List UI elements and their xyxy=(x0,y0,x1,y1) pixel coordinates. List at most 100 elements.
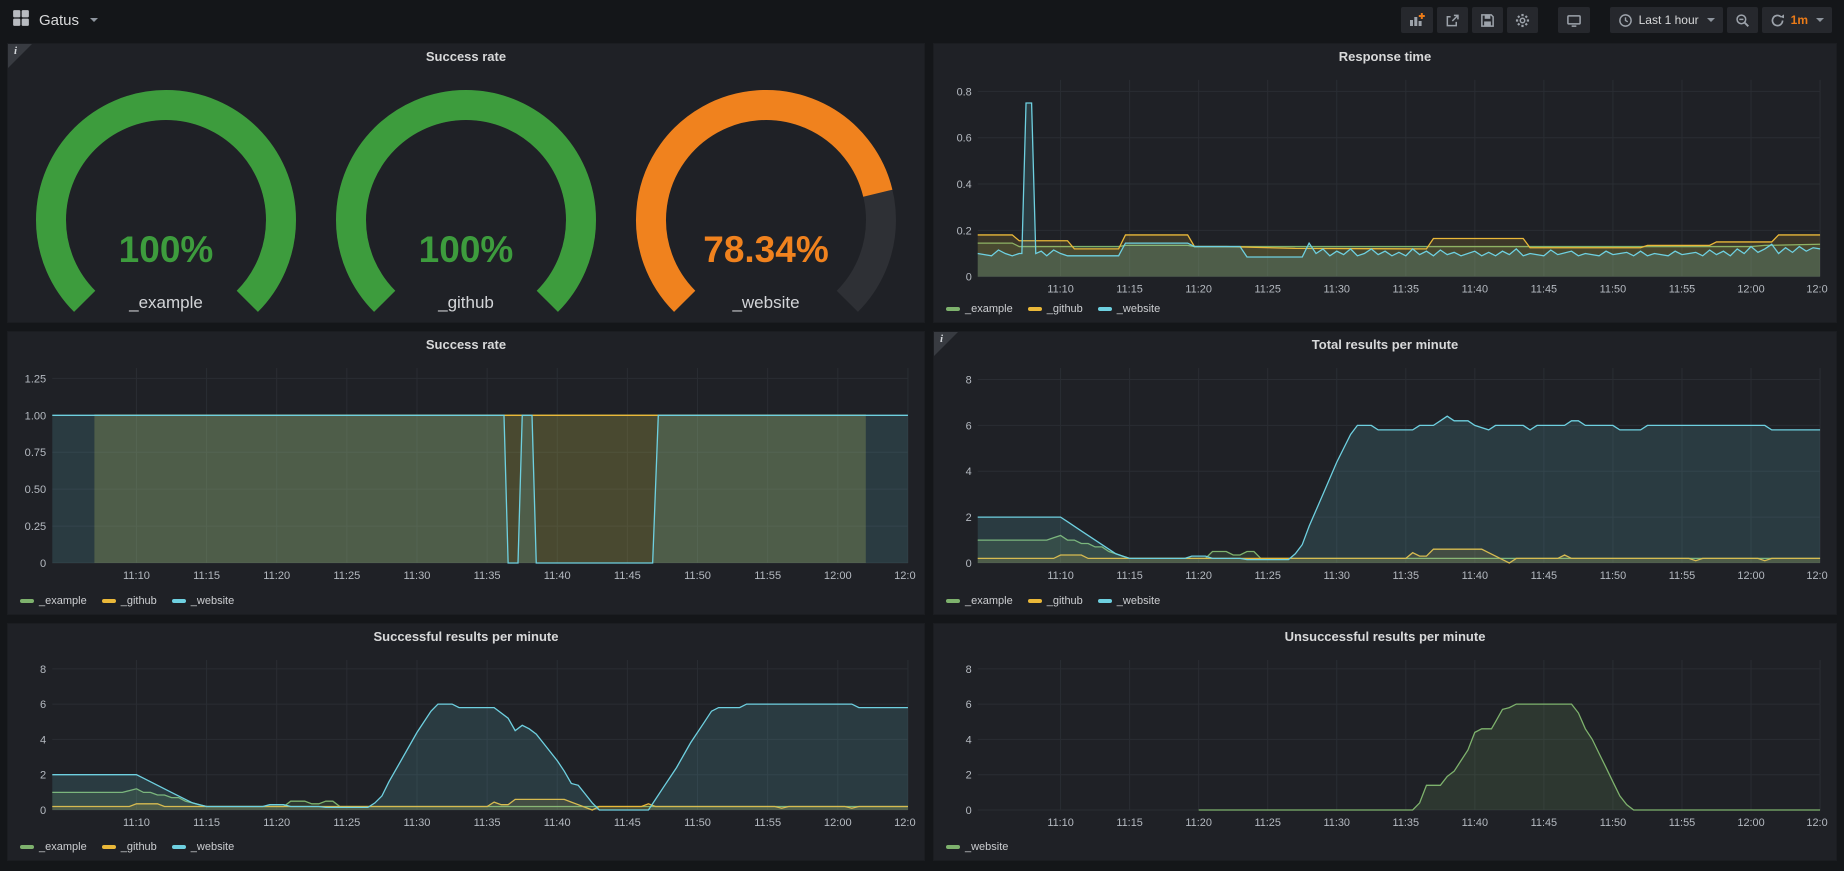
svg-text:12:00: 12:00 xyxy=(824,817,852,829)
total-results-chart[interactable]: 11:1011:1511:2011:2511:3011:3511:4011:45… xyxy=(942,358,1828,587)
zoom-out-button[interactable] xyxy=(1727,7,1758,33)
svg-text:11:35: 11:35 xyxy=(1393,283,1419,295)
svg-text:0: 0 xyxy=(966,272,972,284)
svg-text:11:10: 11:10 xyxy=(123,570,150,582)
legend-item-_github[interactable]: _github xyxy=(102,841,157,853)
gauge-value: 78.34% xyxy=(703,229,829,270)
legend-item-_website[interactable]: _website xyxy=(172,595,234,607)
svg-text:11:40: 11:40 xyxy=(544,817,571,829)
panel-title[interactable]: Total results per minute xyxy=(942,332,1828,358)
svg-text:12:00: 12:00 xyxy=(1737,817,1764,829)
svg-text:11:45: 11:45 xyxy=(1531,570,1557,582)
dashboards-grid-icon[interactable] xyxy=(12,9,30,32)
svg-text:4: 4 xyxy=(966,734,972,746)
gauge-label: _github xyxy=(437,293,494,312)
legend-item-_example[interactable]: _example xyxy=(946,595,1013,607)
success-rate-chart[interactable]: 11:1011:1511:2011:2511:3011:3511:4011:45… xyxy=(16,358,916,587)
svg-text:11:10: 11:10 xyxy=(1047,570,1073,582)
panel-title[interactable]: Success rate xyxy=(16,332,916,358)
legend-swatch xyxy=(20,599,34,603)
svg-text:11:55: 11:55 xyxy=(754,817,781,829)
svg-text:11:30: 11:30 xyxy=(404,817,431,829)
info-icon: i xyxy=(14,45,17,57)
svg-text:11:30: 11:30 xyxy=(404,570,431,582)
panel-title[interactable]: Successful results per minute xyxy=(16,624,916,650)
svg-text:11:15: 11:15 xyxy=(1116,283,1142,295)
dashboard-title[interactable]: Gatus xyxy=(39,12,79,29)
svg-text:2: 2 xyxy=(966,512,972,524)
svg-text:0.25: 0.25 xyxy=(25,521,47,533)
svg-text:11:35: 11:35 xyxy=(1393,570,1419,582)
panel-title[interactable]: Response time xyxy=(942,44,1828,70)
panel-info-corner[interactable] xyxy=(934,332,958,356)
svg-text:0: 0 xyxy=(966,558,972,570)
svg-text:11:55: 11:55 xyxy=(1669,817,1695,829)
dashboard-toolbar: Last 1 hour 1m xyxy=(1401,7,1832,33)
legend-item-_github[interactable]: _github xyxy=(102,595,157,607)
legend-item-_github[interactable]: _github xyxy=(1028,595,1083,607)
svg-text:11:30: 11:30 xyxy=(1324,817,1350,829)
svg-text:11:10: 11:10 xyxy=(123,817,150,829)
gauge-_example[interactable]: 100%_example xyxy=(16,70,316,318)
svg-text:1.00: 1.00 xyxy=(25,410,47,422)
legend-swatch xyxy=(946,845,960,849)
svg-text:11:40: 11:40 xyxy=(1462,817,1488,829)
legend-item-_website[interactable]: _website xyxy=(1098,303,1160,315)
save-button[interactable] xyxy=(1472,7,1503,33)
svg-text:11:20: 11:20 xyxy=(263,817,290,829)
svg-text:11:35: 11:35 xyxy=(1393,817,1419,829)
svg-text:11:55: 11:55 xyxy=(1669,283,1695,295)
refresh-interval-label[interactable]: 1m xyxy=(1791,13,1808,27)
panel-success-rate-timeseries: Success rate 11:1011:1511:2011:2511:3011… xyxy=(8,332,924,614)
gauge-_website[interactable]: 78.34%_website xyxy=(616,70,916,318)
legend-swatch xyxy=(946,307,960,311)
legend-swatch xyxy=(946,599,960,603)
svg-text:0.4: 0.4 xyxy=(957,179,972,191)
panel-total-results: i Total results per minute 11:1011:1511:… xyxy=(934,332,1836,614)
panel-info-corner[interactable] xyxy=(8,44,32,68)
chevron-down-icon xyxy=(1707,18,1715,22)
panel-title[interactable]: Unsuccessful results per minute xyxy=(942,624,1828,650)
svg-text:0.6: 0.6 xyxy=(957,133,972,145)
legend-item-_example[interactable]: _example xyxy=(20,595,87,607)
successful-results-chart[interactable]: 11:1011:1511:2011:2511:3011:3511:4011:45… xyxy=(16,650,916,834)
panel-title[interactable]: Success rate xyxy=(16,44,916,70)
svg-text:11:45: 11:45 xyxy=(1531,817,1557,829)
svg-text:11:25: 11:25 xyxy=(1254,283,1280,295)
share-button[interactable] xyxy=(1437,7,1468,33)
svg-text:11:50: 11:50 xyxy=(684,817,711,829)
legend-swatch xyxy=(102,845,116,849)
svg-text:11:25: 11:25 xyxy=(1254,817,1280,829)
tv-kiosk-button[interactable] xyxy=(1558,7,1590,33)
legend-item-_github[interactable]: _github xyxy=(1028,303,1083,315)
unsuccessful-results-chart[interactable]: 11:1011:1511:2011:2511:3011:3511:4011:45… xyxy=(942,650,1828,834)
svg-text:11:45: 11:45 xyxy=(614,570,641,582)
svg-text:11:40: 11:40 xyxy=(544,570,571,582)
svg-text:11:10: 11:10 xyxy=(1047,817,1073,829)
legend-item-_example[interactable]: _example xyxy=(20,841,87,853)
svg-text:11:50: 11:50 xyxy=(1600,817,1626,829)
svg-text:11:20: 11:20 xyxy=(1185,283,1211,295)
legend-swatch xyxy=(172,845,186,849)
gauge-_github[interactable]: 100%_github xyxy=(316,70,616,318)
legend-swatch xyxy=(172,599,186,603)
response-time-chart[interactable]: 11:1011:1511:2011:2511:3011:3511:4011:45… xyxy=(942,70,1828,300)
svg-text:11:40: 11:40 xyxy=(1462,283,1488,295)
refresh-button[interactable]: 1m xyxy=(1762,7,1832,33)
settings-gear-icon[interactable] xyxy=(1507,7,1538,33)
time-range-picker[interactable]: Last 1 hour xyxy=(1610,7,1723,33)
svg-text:12:05: 12:05 xyxy=(894,570,916,582)
legend-item-_website[interactable]: _website xyxy=(1098,595,1160,607)
svg-text:12:05: 12:05 xyxy=(1806,283,1828,295)
gauge-label: _example xyxy=(128,293,203,312)
add-panel-button[interactable] xyxy=(1401,7,1433,33)
legend-item-_example[interactable]: _example xyxy=(946,303,1013,315)
panel-response-time: Response time 11:1011:1511:2011:2511:301… xyxy=(934,44,1836,322)
svg-text:11:20: 11:20 xyxy=(1185,817,1211,829)
legend-item-_website[interactable]: _website xyxy=(172,841,234,853)
legend-swatch xyxy=(1028,307,1042,311)
info-icon: i xyxy=(940,333,943,345)
chevron-down-icon xyxy=(1816,18,1824,22)
legend-item-_website[interactable]: _website xyxy=(946,841,1008,853)
svg-text:11:35: 11:35 xyxy=(474,570,501,582)
